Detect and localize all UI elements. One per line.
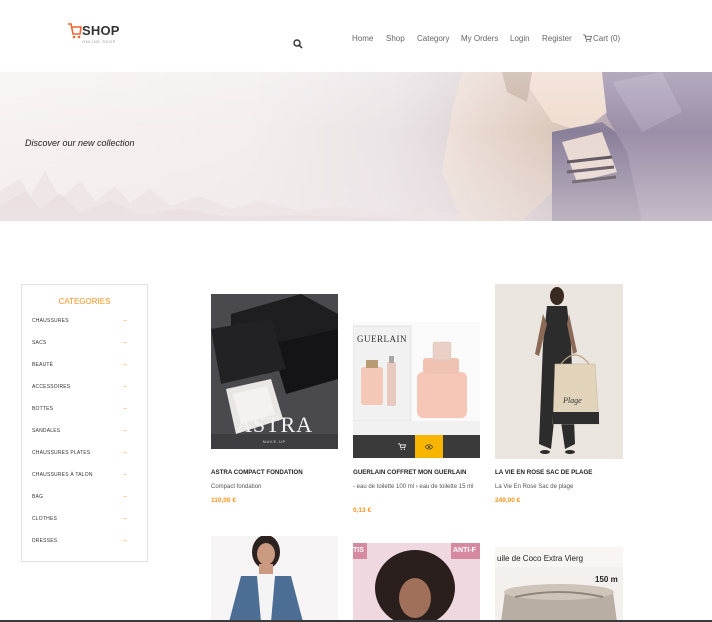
astra-sub-text: MAKE-UP [263,440,286,444]
category-expand-icon[interactable]: – [123,384,127,390]
hero-tagline: Discover our new collection [25,138,135,148]
category-item[interactable]: CHAUSSURES À TALON – [32,472,127,482]
category-label: CHAUSSURES [32,318,69,324]
product-price: 249,00 € [495,497,521,504]
category-label: DRESSES [32,538,58,544]
category-label: ACCESSOIRES [32,384,71,390]
category-expand-icon[interactable]: – [123,450,127,456]
row2-c-label: uile de Coco Extra Vierg [497,554,584,563]
product-title[interactable]: GUERLAIN COFFRET MON GUERLAIN [353,469,466,476]
category-expand-icon[interactable]: – [123,362,127,368]
product-price: 0,13 € [353,507,372,514]
cart-icon [583,34,592,42]
product-title[interactable]: ASTRA COMPACT FONDATION [211,469,303,476]
cart-label: Cart (0) [593,34,621,43]
eye-icon [425,444,433,450]
category-expand-icon[interactable]: – [123,538,127,544]
nav-login[interactable]: Login [510,34,530,43]
category-expand-icon[interactable]: – [123,406,127,412]
astra-brand-text: ASTRA [235,412,314,437]
beach-bag-product-photo [495,284,623,459]
categories-sidebar: CATEGORIES CHAUSSURES – SACS – BEAUTÉ – ACC… [21,284,148,562]
nav-category[interactable]: Category [417,34,449,43]
nav-register[interactable]: Register [542,34,572,43]
cart-icon [398,443,406,450]
category-item[interactable]: BEAUTÉ – [32,362,127,372]
category-item[interactable]: BAG – [32,494,127,504]
category-item[interactable]: ACCESSOIRES – [32,384,127,394]
category-item[interactable]: DRESSES – [32,538,127,548]
category-item[interactable]: SACS – [32,340,127,350]
product-image-row2-a[interactable] [211,536,338,622]
nav-shop[interactable]: Shop [386,34,405,43]
product-image-row2-b[interactable]: TIS ANTI-F [353,543,480,622]
add-to-cart-button[interactable] [389,435,415,458]
product-description: La Vie En Rose Sac de plage [495,484,574,490]
row2-c-volume: 150 m [595,575,618,584]
category-label: CHAUSSURES PLATES [32,450,91,456]
category-label: SANDALES [32,428,61,434]
row2-b-label-right: ANTI-F [453,547,476,554]
category-item[interactable]: BOTTES – [32,406,127,416]
nav-home[interactable]: Home [352,34,373,43]
category-expand-icon[interactable]: – [123,340,127,346]
category-item[interactable]: CHAUSSURES – [32,318,127,328]
category-label: SACS [32,340,47,346]
quick-view-button[interactable] [415,435,443,458]
product-price: 110,00 € [211,497,236,504]
category-label: BAG [32,494,44,500]
product-description: - eau de toilette 100 ml › eau de toilet… [353,484,474,490]
product-image-row2-c[interactable]: uile de Coco Extra Vierg 150 m [495,547,623,622]
search-icon[interactable] [293,39,303,49]
denim-jacket-photo [211,536,338,622]
category-expand-icon[interactable]: – [123,428,127,434]
logo-text: SHOP [82,23,120,38]
category-label: CLOTHES [32,516,58,522]
guerlain-brand-text: GUERLAIN [357,334,407,344]
product-image-lavieenrose[interactable]: Plage [495,284,623,459]
shop-logo[interactable]: SHOP ONLINE SHOP [68,20,128,50]
product-image-guerlain[interactable]: GUERLAIN [353,322,480,435]
category-label: CHAUSSURES À TALON [32,472,93,478]
hair-care-photo [353,543,480,622]
bag-print-text: Plage [563,396,582,405]
product-description: Compact fondation [211,484,262,490]
cart-logo-icon [68,23,82,39]
product-title[interactable]: LA VIE EN ROSE SAC DE PLAGE [495,469,592,476]
category-item[interactable]: CLOTHES – [32,516,127,526]
category-item[interactable]: CHAUSSURES PLATES – [32,450,127,460]
category-label: BOTTES [32,406,54,412]
nav-my-orders[interactable]: My Orders [461,34,498,43]
category-item[interactable]: SANDALES – [32,428,127,438]
sidebar-title: CATEGORIES [58,297,111,306]
category-expand-icon[interactable]: – [123,472,127,478]
category-expand-icon[interactable]: – [123,516,127,522]
logo-subtext: ONLINE SHOP [82,39,116,44]
category-expand-icon[interactable]: – [123,318,127,324]
product-action-bar [353,435,480,458]
row2-b-label-left: TIS [353,547,364,554]
category-label: BEAUTÉ [32,362,54,368]
product-image-astra[interactable]: ASTRA MAKE-UP [211,294,338,449]
category-expand-icon[interactable]: – [123,494,127,500]
site-header: SHOP ONLINE SHOP Home Shop Category My O… [0,0,712,72]
